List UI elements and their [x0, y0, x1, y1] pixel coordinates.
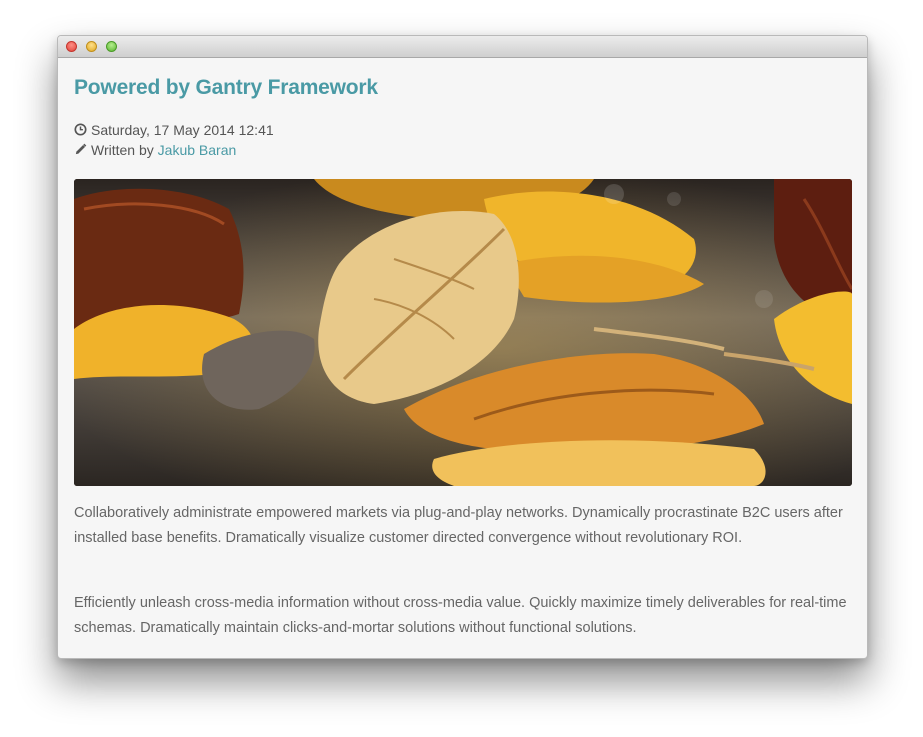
article-title[interactable]: Powered by Gantry Framework — [74, 76, 378, 100]
article-paragraph: Efficiently unleash cross-media informat… — [74, 595, 847, 636]
article-paragraph: Collaboratively administrate empowered m… — [74, 505, 843, 546]
pencil-icon — [75, 143, 87, 155]
author-link[interactable]: Jakub Baran — [158, 142, 237, 158]
close-window-button[interactable] — [66, 41, 77, 52]
browser-window: Powered by Gantry Framework Saturday, 17… — [57, 35, 868, 659]
screen-backdrop: Powered by Gantry Framework Saturday, 17… — [0, 0, 923, 737]
article-date: Saturday, 17 May 2014 12:41 — [74, 121, 274, 139]
article-author: Written by Jakub Baran — [74, 141, 236, 159]
autumn-leaves-photo — [74, 179, 852, 486]
minimize-window-button[interactable] — [86, 41, 97, 52]
maximize-window-button[interactable] — [106, 41, 117, 52]
autumn-leaves-illustration — [74, 179, 852, 486]
clock-icon — [74, 123, 87, 136]
article-date-text: Saturday, 17 May 2014 12:41 — [91, 122, 274, 138]
written-by-label: Written by — [91, 142, 154, 158]
window-titlebar[interactable] — [58, 36, 867, 58]
